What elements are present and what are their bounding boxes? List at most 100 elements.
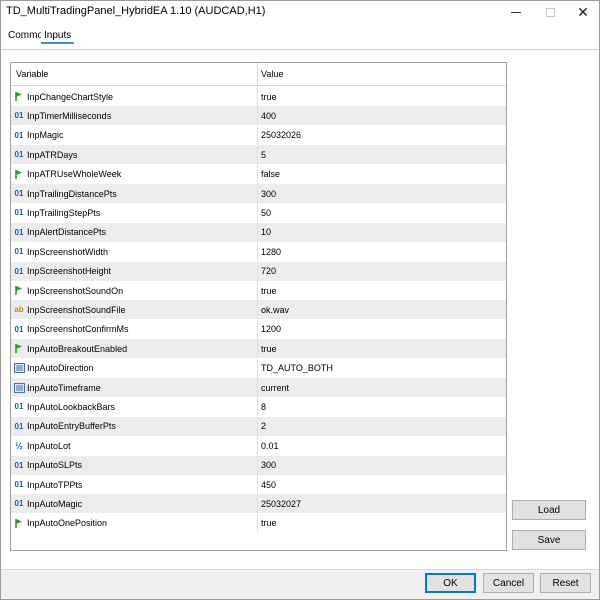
table-row[interactable]: 01 InpScreenshotHeight 720 (11, 261, 506, 281)
table-row[interactable]: InpAutoBreakoutEnabled true (11, 339, 506, 359)
table-row[interactable]: InpAutoDirection TD_AUTO_BOTH (11, 358, 506, 378)
int-icon: 01 (14, 227, 24, 237)
variable-cell: 01 InpAutoEntryBufferPts (11, 416, 258, 436)
variable-name: InpAutoEntryBufferPts (27, 421, 116, 432)
value-cell[interactable]: true (258, 339, 506, 358)
column-header-variable[interactable]: Variable (11, 63, 258, 86)
table-row[interactable]: 01 InpTrailingDistancePts 300 (11, 184, 506, 203)
reset-button[interactable]: Reset (540, 573, 591, 593)
variable-cell: 01 InpTimerMilliseconds (11, 106, 258, 126)
value-cell[interactable]: 1200 (258, 320, 506, 339)
table-row[interactable]: InpAutoOnePosition true (11, 513, 506, 533)
value-cell[interactable]: TD_AUTO_BOTH (258, 359, 506, 378)
variable-name: InpAlertDistancePts (27, 227, 107, 238)
int-icon: 01 (14, 111, 24, 121)
table-row[interactable]: 01 InpAutoLookbackBars 8 (11, 397, 506, 417)
variable-cell: InpAutoOnePosition (11, 513, 258, 533)
value-cell[interactable]: 720 (258, 262, 506, 281)
bool-arrow-icon (13, 169, 25, 180)
value-cell[interactable]: 1280 (258, 242, 506, 261)
variable-cell: InpChangeChartStyle (11, 87, 258, 106)
variable-name: InpMagic (27, 130, 64, 141)
int-icon: 01 (14, 402, 24, 412)
table-row[interactable]: 01 InpScreenshotWidth 1280 (11, 242, 506, 262)
variable-name: InpAutoTimeframe (27, 382, 101, 393)
load-button[interactable]: Load (512, 500, 586, 520)
table-row[interactable]: InpScreenshotSoundOn true (11, 281, 506, 300)
value-cell[interactable]: true (258, 87, 506, 106)
value-cell[interactable]: 450 (258, 475, 506, 494)
value-cell[interactable]: true (258, 514, 506, 533)
value-cell[interactable]: true (258, 281, 506, 300)
table-row[interactable]: InpATRUseWholeWeek false (11, 164, 506, 184)
double-icon: ½ (15, 440, 23, 451)
value-cell[interactable]: 300 (258, 456, 506, 475)
table-row[interactable]: 01 InpTrailingStepPts 50 (11, 203, 506, 223)
variable-cell: 01 InpScreenshotWidth (11, 242, 258, 262)
tab-strip: Common Inputs (1, 23, 599, 49)
variable-cell: 01 InpAutoTPPts (11, 475, 258, 494)
variable-name: InpAutoTPPts (27, 479, 83, 490)
table-row[interactable]: ab InpScreenshotSoundFile ok.wav (11, 300, 506, 320)
cancel-button[interactable]: Cancel (483, 573, 534, 593)
value-cell[interactable]: current (258, 378, 506, 397)
value-cell[interactable]: false (258, 165, 506, 184)
table-row[interactable]: 01 InpAlertDistancePts 10 (11, 222, 506, 242)
value-cell[interactable]: 0.01 (258, 436, 506, 455)
table-row[interactable]: 01 InpAutoEntryBufferPts 2 (11, 416, 506, 436)
bool-arrow-icon (13, 518, 25, 529)
column-header-value[interactable]: Value (258, 63, 506, 86)
value-cell[interactable]: 25032026 (258, 126, 506, 145)
variable-cell: ½ InpAutoLot (11, 436, 258, 456)
variable-cell: 01 InpScreenshotHeight (11, 261, 258, 281)
table-row[interactable]: 01 InpAutoMagic 25032027 (11, 494, 506, 514)
ok-button[interactable]: OK (425, 573, 476, 593)
table-row[interactable]: ½ InpAutoLot 0.01 (11, 436, 506, 456)
enum-list-icon (13, 382, 25, 393)
variable-name: InpAutoBreakoutEnabled (27, 343, 128, 354)
value-cell[interactable]: 50 (258, 203, 506, 222)
tab-inputs[interactable]: Inputs (41, 28, 75, 44)
variable-name: InpTimerMilliseconds (27, 110, 112, 121)
variable-cell: 01 InpTrailingStepPts (11, 203, 258, 223)
close-button[interactable]: ✕ (566, 1, 600, 23)
minimize-button[interactable] (499, 1, 533, 23)
variable-name: InpAutoMagic (27, 498, 83, 509)
footer-divider (1, 569, 599, 570)
variable-cell: 01 InpScreenshotConfirmMs (11, 319, 258, 339)
variable-cell: InpAutoBreakoutEnabled (11, 339, 258, 359)
table-row[interactable]: 01 InpAutoTPPts 450 (11, 475, 506, 494)
bool-arrow-icon (13, 285, 25, 296)
value-cell[interactable]: 400 (258, 106, 506, 125)
table-row[interactable]: InpChangeChartStyle true (11, 87, 506, 106)
value-cell[interactable]: 300 (258, 184, 506, 203)
variable-name: InpScreenshotSoundOn (27, 285, 124, 296)
value-cell[interactable]: ok.wav (258, 300, 506, 319)
value-cell[interactable]: 8 (258, 397, 506, 416)
int-icon: 01 (14, 480, 24, 489)
int-icon: 01 (14, 208, 24, 218)
variable-cell: 01 InpTrailingDistancePts (11, 184, 258, 203)
title-bar[interactable]: TD_MultiTradingPanel_HybridEA 1.10 (AUDC… (1, 1, 599, 23)
variable-cell: 01 InpAlertDistancePts (11, 222, 258, 242)
value-cell[interactable]: 10 (258, 223, 506, 242)
save-button[interactable]: Save (512, 530, 586, 550)
grid-header: Variable Value (11, 63, 506, 86)
value-cell[interactable]: 5 (258, 145, 506, 164)
variable-name: InpScreenshotSoundFile (27, 304, 126, 315)
value-cell[interactable]: 25032027 (258, 494, 506, 513)
dialog-window: TD_MultiTradingPanel_HybridEA 1.10 (AUDC… (0, 0, 600, 600)
table-row[interactable]: 01 InpATRDays 5 (11, 145, 506, 165)
table-row[interactable]: 01 InpTimerMilliseconds 400 (11, 106, 506, 126)
variable-name: InpAutoLookbackBars (27, 401, 116, 412)
table-row[interactable]: 01 InpScreenshotConfirmMs 1200 (11, 319, 506, 339)
int-icon: 01 (14, 460, 24, 470)
table-row[interactable]: InpAutoTimeframe current (11, 378, 506, 397)
variable-name: InpATRUseWholeWeek (27, 169, 122, 180)
value-cell[interactable]: 2 (258, 417, 506, 436)
table-row[interactable]: 01 InpMagic 25032026 (11, 125, 506, 145)
maximize-button[interactable] (533, 1, 567, 23)
table-row[interactable]: 01 InpAutoSLPts 300 (11, 455, 506, 475)
variable-cell: InpAutoDirection (11, 358, 258, 378)
string-icon: ab (14, 305, 24, 315)
